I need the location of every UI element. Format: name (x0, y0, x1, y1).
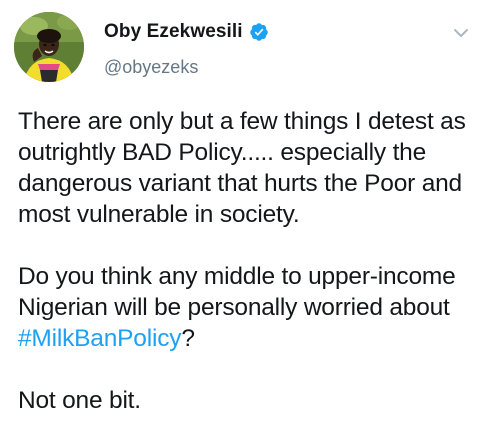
hashtag-link[interactable]: #MilkBanPolicy (18, 325, 182, 352)
avatar-image (14, 12, 84, 82)
author-handle[interactable]: @obyezeks (104, 57, 198, 78)
tweet-text-segment: Do you think any middle to upper-income … (18, 263, 456, 321)
tweet-paragraph: Not one bit. (18, 387, 141, 414)
verified-badge-icon (249, 22, 269, 42)
tweet-card: Oby Ezekwesili @obyezeks There are only … (0, 0, 490, 418)
tweet-paragraph: There are only but a few things I detest… (18, 108, 466, 228)
avatar[interactable] (14, 12, 84, 82)
chevron-down-icon[interactable] (452, 24, 470, 42)
tweet-text-segment: ? (181, 325, 195, 352)
tweet-paragraph: Do you think any middle to upper-income … (18, 261, 480, 354)
author-display-name[interactable]: Oby Ezekwesili (104, 21, 243, 43)
tweet-text: There are only but a few things I detest… (18, 106, 480, 447)
author-name-row[interactable]: Oby Ezekwesili (104, 20, 269, 44)
